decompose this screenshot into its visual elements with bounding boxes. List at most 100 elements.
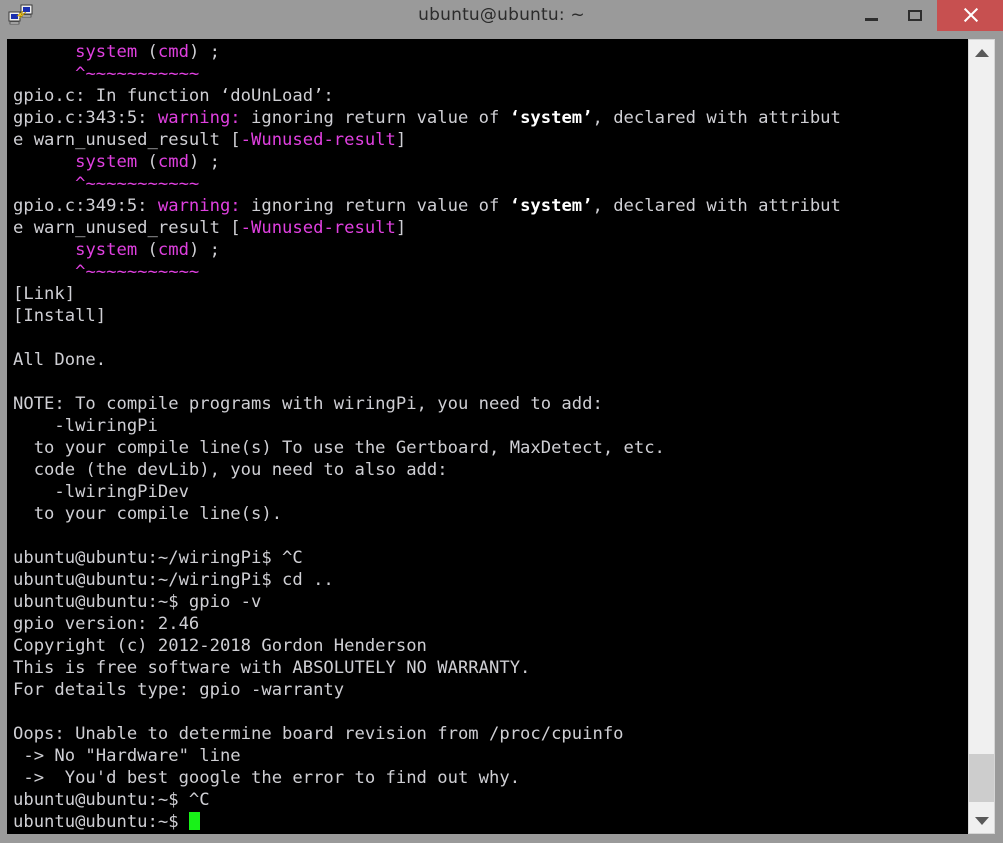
terminal-line: Copyright (c) 2012-2018 Gordon Henderson bbox=[13, 635, 841, 657]
terminal-line: code (the devLib), you need to also add: bbox=[13, 459, 841, 481]
terminal-line: -lwiringPi bbox=[13, 415, 841, 437]
terminal-text: ) ; bbox=[188, 42, 220, 62]
terminal-text: e warn_unused_result [ bbox=[13, 130, 241, 150]
terminal-text: Copyright (c) 2012-2018 Gordon Henderson bbox=[13, 636, 427, 656]
terminal-frame: system (cmd) ; ^~~~~~~~~~~~ gpio.c: In fu… bbox=[0, 31, 1003, 843]
terminal-text: [Link] bbox=[13, 284, 76, 304]
terminal-scrollbar[interactable] bbox=[968, 39, 995, 834]
terminal-text: cmd bbox=[157, 42, 189, 62]
terminal-text: All Done. bbox=[13, 350, 107, 370]
scrollbar-thumb[interactable] bbox=[969, 754, 994, 802]
terminal-text: system bbox=[75, 240, 138, 260]
terminal-text: ignoring return value of bbox=[240, 108, 510, 128]
terminal-text: ‘system’ bbox=[509, 196, 593, 216]
terminal-text: to your compile line(s). bbox=[13, 504, 283, 524]
terminal-line: e warn_unused_result [-Wunused-result] bbox=[13, 217, 841, 239]
terminal-line: -> No "Hardware" line bbox=[13, 745, 841, 767]
terminal-text: ubuntu@ubuntu:~/wiringPi$ cd .. bbox=[13, 570, 334, 590]
scroll-down-button[interactable] bbox=[969, 808, 994, 833]
minimize-button[interactable] bbox=[849, 0, 893, 31]
terminal-line: For details type: gpio -warranty bbox=[13, 679, 841, 701]
terminal-line: -lwiringPiDev bbox=[13, 481, 841, 503]
terminal-text: -Wunused-result bbox=[240, 130, 396, 150]
terminal-text: ( bbox=[137, 42, 158, 62]
terminal-text: gpio.c:343:5: bbox=[13, 108, 158, 128]
terminal-text: -lwiringPi bbox=[13, 416, 158, 436]
terminal-line: gpio.c:343:5: warning: ignoring return v… bbox=[13, 107, 841, 129]
terminal-text: , declared with attribut bbox=[592, 196, 841, 216]
terminal-text: code (the devLib), you need to also add: bbox=[13, 460, 448, 480]
terminal-screen[interactable]: system (cmd) ; ^~~~~~~~~~~~ gpio.c: In fu… bbox=[7, 39, 968, 834]
terminal-line: ubuntu@ubuntu:~$ ^C bbox=[13, 789, 841, 811]
terminal-line: gpio.c:349:5: warning: ignoring return v… bbox=[13, 195, 841, 217]
terminal-text: ] bbox=[395, 130, 407, 150]
title-bar[interactable]: ubuntu@ubuntu: ~ bbox=[0, 0, 1003, 31]
terminal-text: system bbox=[75, 152, 138, 172]
terminal-line: -> You'd best google the error to find o… bbox=[13, 767, 841, 789]
terminal-line: e warn_unused_result [-Wunused-result] bbox=[13, 129, 841, 151]
terminal-text: This is free software with ABSOLUTELY NO… bbox=[13, 658, 531, 678]
chevron-down-icon bbox=[974, 816, 989, 825]
terminal-line: ^~~~~~~~~~~~ bbox=[13, 261, 841, 283]
terminal-line: to your compile line(s) To use the Gertb… bbox=[13, 437, 841, 459]
terminal-text: cmd bbox=[157, 240, 189, 260]
terminal-text: ^~~~~~~~~~~~ bbox=[75, 174, 200, 194]
terminal-text: -> You'd best google the error to find o… bbox=[13, 768, 521, 788]
terminal-text: -Wunused-result bbox=[240, 218, 396, 238]
terminal-line: to your compile line(s). bbox=[13, 503, 841, 525]
close-button[interactable] bbox=[937, 0, 1003, 31]
terminal-line: system (cmd) ; bbox=[13, 41, 841, 63]
close-icon bbox=[962, 7, 979, 24]
terminal-text: e warn_unused_result [ bbox=[13, 218, 241, 238]
terminal-text: ^~~~~~~~~~~~ bbox=[75, 262, 200, 282]
terminal-text: cmd bbox=[157, 152, 189, 172]
terminal-line: [Install] bbox=[13, 305, 841, 327]
terminal-text: Oops: Unable to determine board revision… bbox=[13, 724, 624, 744]
terminal-text: warning: bbox=[157, 196, 241, 216]
minimize-icon bbox=[864, 17, 878, 21]
terminal-text: gpio.c: In function ‘doUnLoad’: bbox=[13, 86, 334, 106]
terminal-text: , declared with attribut bbox=[592, 108, 841, 128]
terminal-line: ubuntu@ubuntu:~$ gpio -v bbox=[13, 591, 841, 613]
putty-network-icon bbox=[8, 4, 34, 28]
terminal-line: Oops: Unable to determine board revision… bbox=[13, 723, 841, 745]
window-controls bbox=[849, 0, 1003, 31]
chevron-up-icon bbox=[974, 48, 989, 57]
terminal-line: gpio.c: In function ‘doUnLoad’: bbox=[13, 85, 841, 107]
terminal-text: ^~~~~~~~~~~~ bbox=[75, 64, 200, 84]
terminal-line: ^~~~~~~~~~~~ bbox=[13, 63, 841, 85]
terminal-line: gpio version: 2.46 bbox=[13, 613, 841, 635]
terminal-line: ubuntu@ubuntu:~/wiringPi$ ^C bbox=[13, 547, 841, 569]
terminal-text: to your compile line(s) To use the Gertb… bbox=[13, 438, 665, 458]
terminal-text: gpio version: 2.46 bbox=[13, 614, 200, 634]
terminal-text: gpio.c:349:5: bbox=[13, 196, 158, 216]
terminal-text: ( bbox=[137, 240, 158, 260]
terminal-line: NOTE: To compile programs with wiringPi,… bbox=[13, 393, 841, 415]
terminal-text: NOTE: To compile programs with wiringPi,… bbox=[13, 394, 603, 414]
terminal-text: ubuntu@ubuntu:~$ bbox=[13, 812, 189, 832]
terminal-line: ^~~~~~~~~~~~ bbox=[13, 173, 841, 195]
scrollbar-track[interactable] bbox=[969, 65, 994, 808]
maximize-icon bbox=[908, 10, 922, 21]
terminal-text: system bbox=[75, 42, 138, 62]
scroll-up-button[interactable] bbox=[969, 40, 994, 65]
terminal-text: -lwiringPiDev bbox=[13, 482, 189, 502]
maximize-button[interactable] bbox=[893, 0, 937, 31]
terminal-line: [Link] bbox=[13, 283, 841, 305]
terminal-text: ) ; bbox=[188, 240, 220, 260]
terminal-window: ubuntu@ubuntu: ~ system (cmd) ; ^~~~~~~~… bbox=[0, 0, 1003, 843]
terminal-line: This is free software with ABSOLUTELY NO… bbox=[13, 657, 841, 679]
terminal-line: All Done. bbox=[13, 349, 841, 371]
terminal-text: ubuntu@ubuntu:~/wiringPi$ ^C bbox=[13, 548, 303, 568]
terminal-line: system (cmd) ; bbox=[13, 151, 841, 173]
terminal-text: warning: bbox=[157, 108, 241, 128]
